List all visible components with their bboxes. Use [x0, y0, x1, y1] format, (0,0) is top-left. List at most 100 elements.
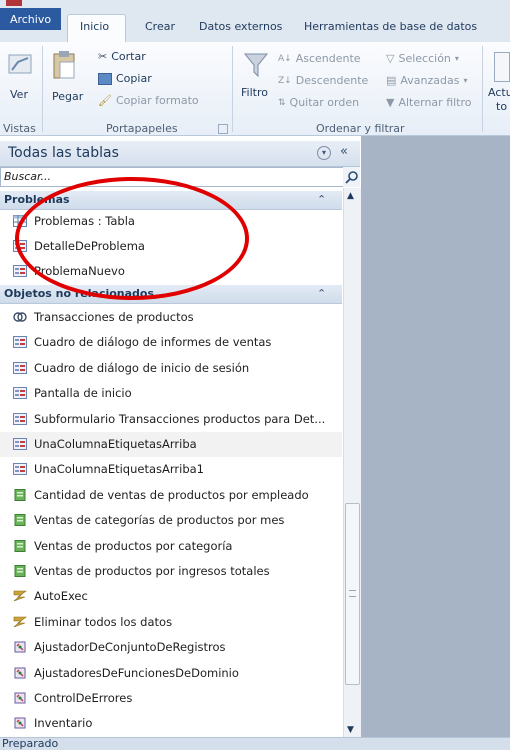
- collapse-pane-icon[interactable]: «: [340, 144, 348, 159]
- collapse-chevron-icon[interactable]: ⌃: [317, 287, 326, 300]
- report-icon: [13, 488, 27, 501]
- copiar-label: Copiar: [116, 72, 152, 85]
- tab-archivo[interactable]: Archivo: [0, 8, 61, 30]
- funnel-icon: [244, 53, 268, 78]
- module-icon: [13, 641, 27, 653]
- search-placeholder: Buscar...: [4, 170, 52, 183]
- filtro-button[interactable]: Filtro: [238, 48, 272, 116]
- alternar-filtro-button[interactable]: ▼ Alternar filtro: [386, 96, 472, 109]
- copiar-formato-label: Copiar formato: [115, 94, 199, 107]
- report-icon: [13, 565, 27, 577]
- list-item-label: AjustadorDeConjuntoDeRegistros: [34, 640, 226, 655]
- refresh-icon: [494, 52, 510, 82]
- tab-inicio[interactable]: Inicio: [80, 20, 109, 33]
- list-item-label: UnaColumnaEtiquetasArriba: [34, 437, 197, 451]
- tab-herramientas[interactable]: Herramientas de base de datos: [304, 20, 477, 33]
- module-icon: [13, 667, 27, 679]
- report-icon: [13, 514, 27, 527]
- list-item[interactable]: ControlDeErrores: [0, 686, 342, 711]
- form-icon: [13, 438, 27, 450]
- clear-sort-icon: ⇅: [278, 97, 286, 108]
- divider: [42, 46, 43, 132]
- list-item-label: Transacciones de productos: [34, 310, 194, 324]
- list-item[interactable]: Transacciones de productos: [0, 305, 342, 330]
- divider: [482, 46, 483, 132]
- ascendente-button[interactable]: A↓ Ascendente: [278, 52, 361, 65]
- nav-menu-dropdown-icon[interactable]: ▾: [317, 146, 331, 160]
- list-item[interactable]: Inventario: [0, 711, 342, 736]
- search-button[interactable]: [343, 167, 360, 187]
- actualizar-label-2: to: [496, 100, 508, 113]
- selection-filter-icon: ▽: [386, 52, 395, 65]
- scrollbar-thumb[interactable]: [345, 503, 360, 685]
- pegar-button[interactable]: Pegar: [46, 48, 83, 116]
- list-item[interactable]: Pantalla de inicio: [0, 381, 342, 406]
- list-item-label: Subformulario Transacciones productos pa…: [34, 411, 326, 426]
- quitar-orden-label: Quitar orden: [289, 96, 360, 109]
- group-portapapeles: Portapapeles: [106, 122, 178, 135]
- filtro-label: Filtro: [241, 86, 268, 99]
- list-item[interactable]: AjustadoresDeFuncionesDeDominio: [0, 661, 342, 686]
- form-icon: [13, 463, 27, 476]
- macro-icon: [13, 616, 27, 628]
- ver-button[interactable]: Ver: [4, 48, 36, 116]
- list-item-label: Cuadro de diálogo de inicio de sesión: [34, 360, 250, 375]
- list-item[interactable]: Ventas de productos por ingresos totales: [0, 559, 342, 584]
- ribbon: Ver Vistas Pegar ✂ Cortar Copiar 🖌 Copia…: [0, 42, 510, 136]
- list-item[interactable]: AutoExec: [0, 584, 342, 609]
- document-workspace: [361, 136, 510, 742]
- format-painter-icon: 🖌: [98, 94, 112, 107]
- list-item-label: Eliminar todos los datos: [34, 614, 173, 629]
- ascendente-label: Ascendente: [295, 52, 361, 65]
- avanzadas-button[interactable]: ▤ Avanzadas ▾: [386, 74, 468, 87]
- list-item[interactable]: UnaColumnaEtiquetasArriba1: [0, 457, 342, 482]
- actualizar-label-1: Actu: [488, 86, 510, 99]
- list-item-label: Ventas de productos por categoría: [34, 538, 233, 553]
- cortar-button[interactable]: ✂ Cortar: [98, 50, 146, 63]
- list-item[interactable]: Cantidad de ventas de productos por empl…: [0, 483, 342, 508]
- list-item[interactable]: Eliminar todos los datos: [0, 610, 342, 635]
- scroll-up-arrow-icon[interactable]: ▲: [347, 191, 354, 201]
- form-icon: [13, 361, 27, 374]
- seleccion-button[interactable]: ▽ Selección ▾: [386, 52, 459, 65]
- list-item[interactable]: Subformulario Transacciones productos pa…: [0, 407, 342, 432]
- divider: [232, 46, 233, 132]
- list-item-label: Pantalla de inicio: [34, 386, 132, 401]
- ver-label: Ver: [10, 88, 28, 101]
- sort-descending-icon: Z↓: [278, 75, 292, 86]
- ribbon-tabs: Archivo Inicio Crear Datos externos Herr…: [0, 8, 510, 44]
- list-item[interactable]: Ventas de productos por categoría: [0, 534, 342, 559]
- actualizar-button[interactable]: Actu to: [486, 48, 510, 116]
- report-icon: [13, 539, 27, 552]
- status-bar: Preparado: [0, 737, 510, 750]
- group-vistas: Vistas: [3, 122, 36, 135]
- list-item[interactable]: Cuadro de diálogo de inicio de sesión: [0, 356, 342, 381]
- search-icon: [345, 171, 358, 184]
- dropdown-arrow-icon: ▾: [463, 76, 468, 85]
- group-ordenar-filtrar: Ordenar y filtrar: [316, 122, 405, 135]
- list-item[interactable]: Cuadro de diálogo de informes de ventas: [0, 330, 342, 355]
- dialog-launcher-icon[interactable]: [218, 124, 228, 134]
- toggle-filter-icon: ▼: [386, 96, 395, 109]
- advanced-filter-icon: ▤: [386, 74, 397, 87]
- navigation-pane-header[interactable]: Todas las tablas ▾ «: [0, 141, 360, 167]
- tab-datos-externos[interactable]: Datos externos: [199, 20, 282, 33]
- descendente-button[interactable]: Z↓ Descendente: [278, 74, 368, 87]
- seleccion-label: Selección: [398, 52, 451, 65]
- copiar-formato-button[interactable]: 🖌 Copiar formato: [98, 94, 199, 107]
- copiar-button[interactable]: Copiar: [98, 72, 152, 85]
- form-icon: [13, 412, 27, 425]
- list-item[interactable]: AjustadorDeConjuntoDeRegistros: [0, 635, 342, 660]
- cortar-label: Cortar: [111, 50, 146, 63]
- navigation-pane-title: Todas las tablas: [8, 145, 119, 161]
- list-item[interactable]: UnaColumnaEtiquetasArriba: [0, 432, 342, 457]
- status-text: Preparado: [2, 737, 59, 750]
- quitar-orden-button[interactable]: ⇅ Quitar orden: [278, 96, 359, 109]
- scroll-down-arrow-icon[interactable]: ▼: [347, 725, 354, 735]
- list-item[interactable]: Ventas de categorías de productos por me…: [0, 508, 342, 533]
- sort-ascending-icon: A↓: [278, 53, 292, 64]
- title-bar: [0, 0, 510, 8]
- collapse-chevron-icon[interactable]: ⌃: [317, 193, 326, 206]
- access-logo-icon: [6, 0, 22, 6]
- tab-crear[interactable]: Crear: [145, 20, 175, 33]
